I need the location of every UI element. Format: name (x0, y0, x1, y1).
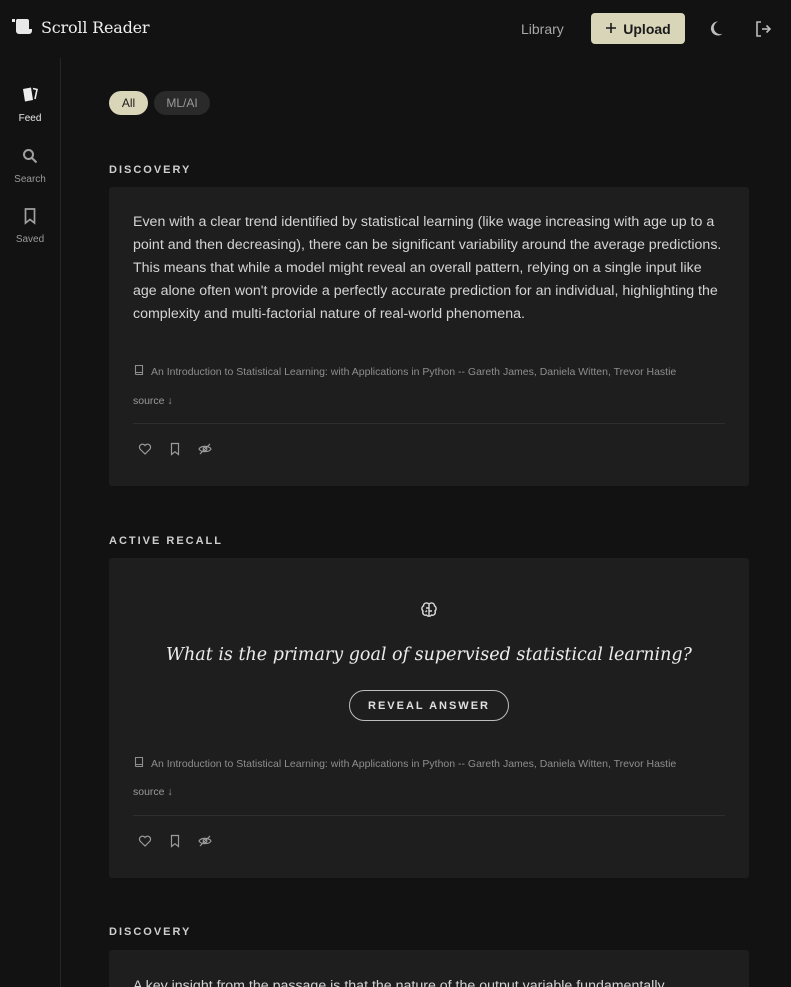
bookmark-icon (21, 207, 39, 230)
card-text: A key insight from the passage is that t… (133, 978, 665, 987)
book-icon (133, 364, 145, 379)
sidebar-label-search: Search (14, 174, 46, 185)
nav-library-link[interactable]: Library (521, 21, 564, 37)
top-bar: Scroll Reader Library Upload (0, 0, 791, 58)
brand[interactable]: Scroll Reader (12, 16, 150, 39)
card-actions (138, 834, 212, 848)
bookmark-icon[interactable] (168, 442, 182, 456)
sidebar-item-feed[interactable]: Feed (0, 86, 60, 124)
source-link[interactable]: source ↓ (133, 786, 173, 798)
divider (133, 423, 725, 424)
sidebar-label-saved: Saved (15, 234, 45, 245)
eye-off-icon[interactable] (198, 442, 212, 456)
citation-text: An Introduction to Statistical Learning:… (151, 757, 677, 770)
scroll-logo-icon (12, 16, 33, 39)
heart-icon[interactable] (138, 442, 152, 456)
bookmark-icon[interactable] (168, 834, 182, 848)
discovery-card: A key insight from the passage is that t… (109, 950, 749, 987)
sidebar-item-saved[interactable]: Saved (0, 207, 60, 245)
card-text: Even with a clear trend identified by st… (133, 214, 722, 322)
upload-button[interactable]: Upload (591, 13, 685, 44)
discovery-card: Even with a clear trend identified by st… (109, 187, 749, 486)
heart-icon[interactable] (138, 834, 152, 848)
divider (133, 815, 725, 816)
source-link[interactable]: source ↓ (133, 395, 173, 407)
section-label-active-recall: ACTIVE RECALL (109, 535, 223, 547)
plus-icon (605, 21, 617, 37)
sidebar-label-feed: Feed (18, 113, 42, 124)
citation: An Introduction to Statistical Learning:… (133, 756, 725, 771)
sidebar: Feed Search Saved (0, 58, 61, 987)
brain-icon (419, 600, 439, 625)
brand-title: Scroll Reader (41, 18, 150, 37)
citation: An Introduction to Statistical Learning:… (133, 364, 725, 379)
book-icon (133, 756, 145, 771)
citation-text: An Introduction to Statistical Learning:… (151, 365, 677, 378)
section-label-discovery: DISCOVERY (109, 926, 192, 938)
active-recall-card: What is the primary goal of supervised s… (109, 558, 749, 878)
card-actions (138, 442, 212, 456)
sidebar-item-search[interactable]: Search (0, 147, 60, 185)
filter-chip-ml-ai[interactable]: ML/AI (154, 91, 210, 115)
cards-icon (20, 86, 40, 109)
reveal-answer-button[interactable]: REVEAL ANSWER (349, 690, 509, 721)
filter-chip-all[interactable]: All (109, 91, 148, 115)
search-icon (21, 147, 39, 170)
moon-icon[interactable] (709, 19, 729, 39)
logout-icon[interactable] (753, 19, 773, 39)
upload-label: Upload (623, 20, 671, 37)
section-label-discovery: DISCOVERY (109, 164, 192, 176)
recall-question: What is the primary goal of supervised s… (166, 645, 692, 665)
eye-off-icon[interactable] (198, 834, 212, 848)
